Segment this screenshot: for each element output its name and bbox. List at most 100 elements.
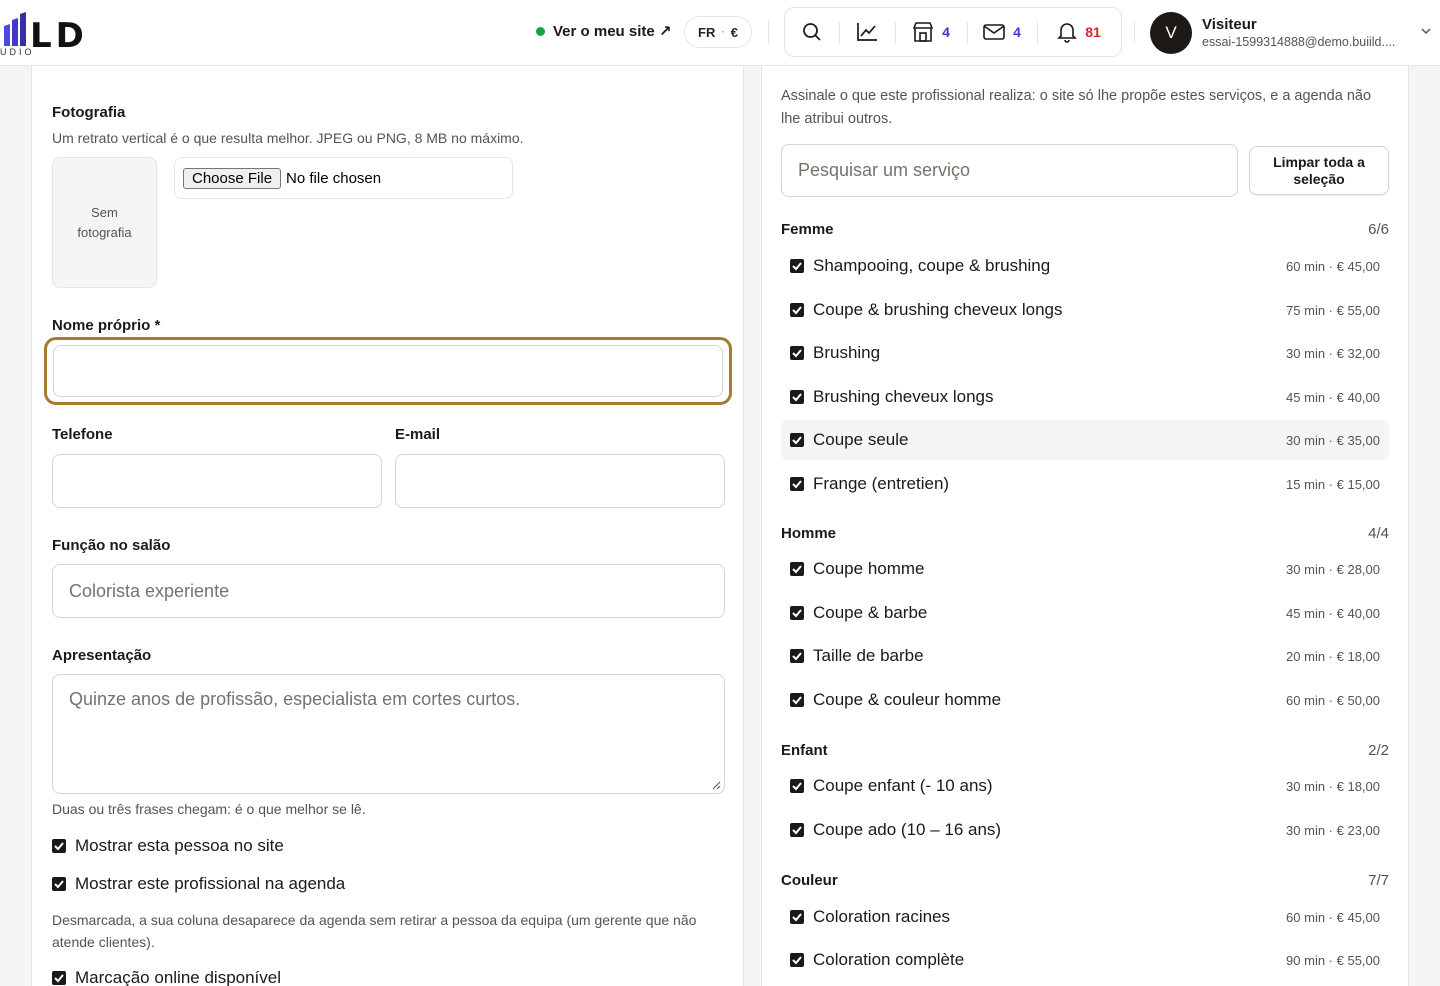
service-item[interactable]: Frange (entretien) 15 min · € 15,00 (781, 464, 1389, 504)
service-item[interactable]: Shampooing, coupe & brushing 60 min · € 4… (781, 246, 1389, 286)
service-item[interactable]: Brushing cheveux longs 45 min · € 40,00 (781, 377, 1389, 417)
separator-dot: · (721, 26, 725, 38)
service-name: Coupe & couleur homme (813, 690, 1002, 709)
bio-help: Duas ou três frases chegam: é o que melh… (52, 801, 366, 817)
service-duration-price: 60 min · € 45,00 (1286, 909, 1380, 925)
service-item[interactable]: Coupe & barbe 45 min · € 40,00 (781, 593, 1389, 633)
choose-file-button[interactable]: Choose File (183, 167, 282, 189)
service-name: Shampooing, coupe & brushing (813, 256, 1051, 275)
checkbox-checked-icon[interactable] (790, 953, 804, 967)
checkbox-checked-icon[interactable] (790, 606, 804, 620)
bio-placeholder: Quinze anos de profissão, especialista e… (69, 689, 521, 709)
service-name: Coloration complète (813, 950, 965, 969)
messages-button[interactable]: 4 (967, 8, 1037, 56)
file-status: No file chosen (286, 169, 382, 187)
checkbox-checked-icon[interactable] (52, 839, 66, 853)
resize-handle-icon[interactable] (712, 781, 721, 790)
service-duration-price: 45 min · € 40,00 (1286, 389, 1380, 405)
search-icon (803, 23, 821, 41)
language-currency-switch[interactable]: FR · € (684, 16, 752, 48)
show-on-site-checkbox[interactable]: Mostrar esta pessoa no site (52, 836, 284, 856)
online-booking-label: Marcação online disponível (75, 968, 282, 986)
clear-selection-button[interactable]: Limpar toda a seleção (1249, 146, 1389, 195)
category-header: Femme 6/6 (781, 221, 1389, 241)
checkbox-checked-icon[interactable] (790, 390, 804, 404)
user-email: essai-1599314888@demo.buiild.... (1202, 35, 1396, 49)
service-name: Brushing (813, 343, 881, 362)
service-name: Coupe & barbe (813, 603, 928, 622)
service-duration-price: 15 min · € 15,00 (1286, 476, 1380, 492)
service-name: Coloration racines (813, 907, 951, 926)
photo-preview: Sem fotografia (52, 157, 157, 288)
clear-selection-label: Limpar toda a seleção (1273, 153, 1365, 187)
checkbox-checked-icon[interactable] (52, 877, 66, 891)
email-label: E-mail (395, 426, 441, 443)
service-duration-price: 60 min · € 50,00 (1286, 692, 1380, 708)
online-booking-checkbox[interactable]: Marcação online disponível (52, 968, 281, 986)
shop-button[interactable]: 4 (895, 8, 967, 56)
chevron-down-icon[interactable] (1420, 26, 1432, 36)
search-button[interactable] (785, 8, 839, 56)
category-count: 6/6 (1368, 221, 1389, 238)
bio-textarea[interactable]: Quinze anos de profissão, especialista e… (52, 674, 725, 794)
checkbox-checked-icon[interactable] (790, 649, 804, 663)
checkbox-checked-icon[interactable] (790, 259, 804, 273)
brand-logo[interactable]: LD UDIO (0, 10, 100, 58)
service-item[interactable]: Coloration racines 60 min · € 45,00 (781, 897, 1389, 937)
show-in-agenda-checkbox[interactable]: Mostrar este profissional na agenda (52, 874, 345, 894)
category-name: Homme (781, 525, 837, 542)
service-item[interactable]: Taille de barbe 20 min · € 18,00 (781, 636, 1389, 676)
service-item[interactable]: Coupe seule 30 min · € 35,00 (781, 420, 1389, 460)
service-item[interactable]: Coloration complète 90 min · € 55,00 (781, 940, 1389, 980)
checkbox-checked-icon[interactable] (790, 562, 804, 576)
checkbox-checked-icon[interactable] (790, 477, 804, 491)
service-item[interactable]: Brushing 30 min · € 32,00 (781, 333, 1389, 373)
service-item[interactable]: Coupe ado (10 – 16 ans) 30 min · € 23,00 (781, 810, 1389, 850)
phone-input[interactable] (52, 454, 382, 508)
role-label: Função no salão (52, 537, 171, 554)
chart-line-icon (857, 23, 877, 41)
services-panel: Assinale o que este profissional realiza… (761, 66, 1409, 986)
logo-bars-icon (4, 12, 26, 46)
category-header: Couleur 7/7 (781, 872, 1389, 892)
checkbox-checked-icon[interactable] (790, 303, 804, 317)
email-input[interactable] (395, 454, 725, 508)
phone-label: Telefone (52, 426, 113, 443)
first-name-input-field[interactable] (53, 345, 723, 397)
checkbox-checked-icon[interactable] (790, 823, 804, 837)
category-count: 7/7 (1368, 872, 1389, 889)
first-name-input[interactable] (44, 337, 732, 405)
category-count: 2/2 (1368, 742, 1389, 759)
notifications-button[interactable]: 81 (1037, 8, 1121, 56)
first-name-label: Nome próprio * (52, 317, 161, 334)
service-duration-price: 30 min · € 28,00 (1286, 561, 1380, 577)
logo-subtext: UDIO (0, 47, 35, 57)
photo-label: Fotografia (52, 104, 126, 121)
checkbox-checked-icon[interactable] (790, 779, 804, 793)
checkbox-checked-icon[interactable] (790, 346, 804, 360)
category-name: Femme (781, 221, 834, 238)
service-item[interactable]: Coupe & brushing cheveux longs 75 min · €… (781, 290, 1389, 330)
language-label: FR (698, 24, 716, 40)
view-site-link[interactable]: Ver o meu site ↗ (536, 22, 671, 40)
top-bar: LD UDIO Ver o meu site ↗ FR · € 4 4 81 V… (0, 0, 1440, 66)
service-name: Coupe homme (813, 559, 925, 578)
service-item[interactable]: Coupe homme 30 min · € 28,00 (781, 549, 1389, 589)
checkbox-checked-icon[interactable] (790, 693, 804, 707)
category-header: Enfant 2/2 (781, 742, 1389, 762)
shop-count-badge: 4 (942, 24, 950, 40)
service-name: Coupe & brushing cheveux longs (813, 300, 1063, 319)
service-item[interactable]: Coupe enfant (- 10 ans) 30 min · € 18,00 (781, 766, 1389, 806)
user-name[interactable]: Visiteur (1202, 16, 1257, 33)
service-search-input[interactable]: Pesquisar um serviço (781, 144, 1238, 197)
checkbox-checked-icon[interactable] (52, 971, 66, 985)
service-item[interactable]: Coupe & couleur homme 60 min · € 50,00 (781, 680, 1389, 720)
role-input[interactable]: Colorista experiente (52, 564, 725, 618)
photo-file-input[interactable]: Choose File No file chosen (174, 157, 513, 199)
stats-button[interactable] (839, 8, 895, 56)
service-duration-price: 20 min · € 18,00 (1286, 648, 1380, 664)
service-name: Coupe ado (10 – 16 ans) (813, 820, 1002, 839)
checkbox-checked-icon[interactable] (790, 910, 804, 924)
checkbox-checked-icon[interactable] (790, 433, 804, 447)
avatar[interactable]: V (1150, 12, 1192, 54)
